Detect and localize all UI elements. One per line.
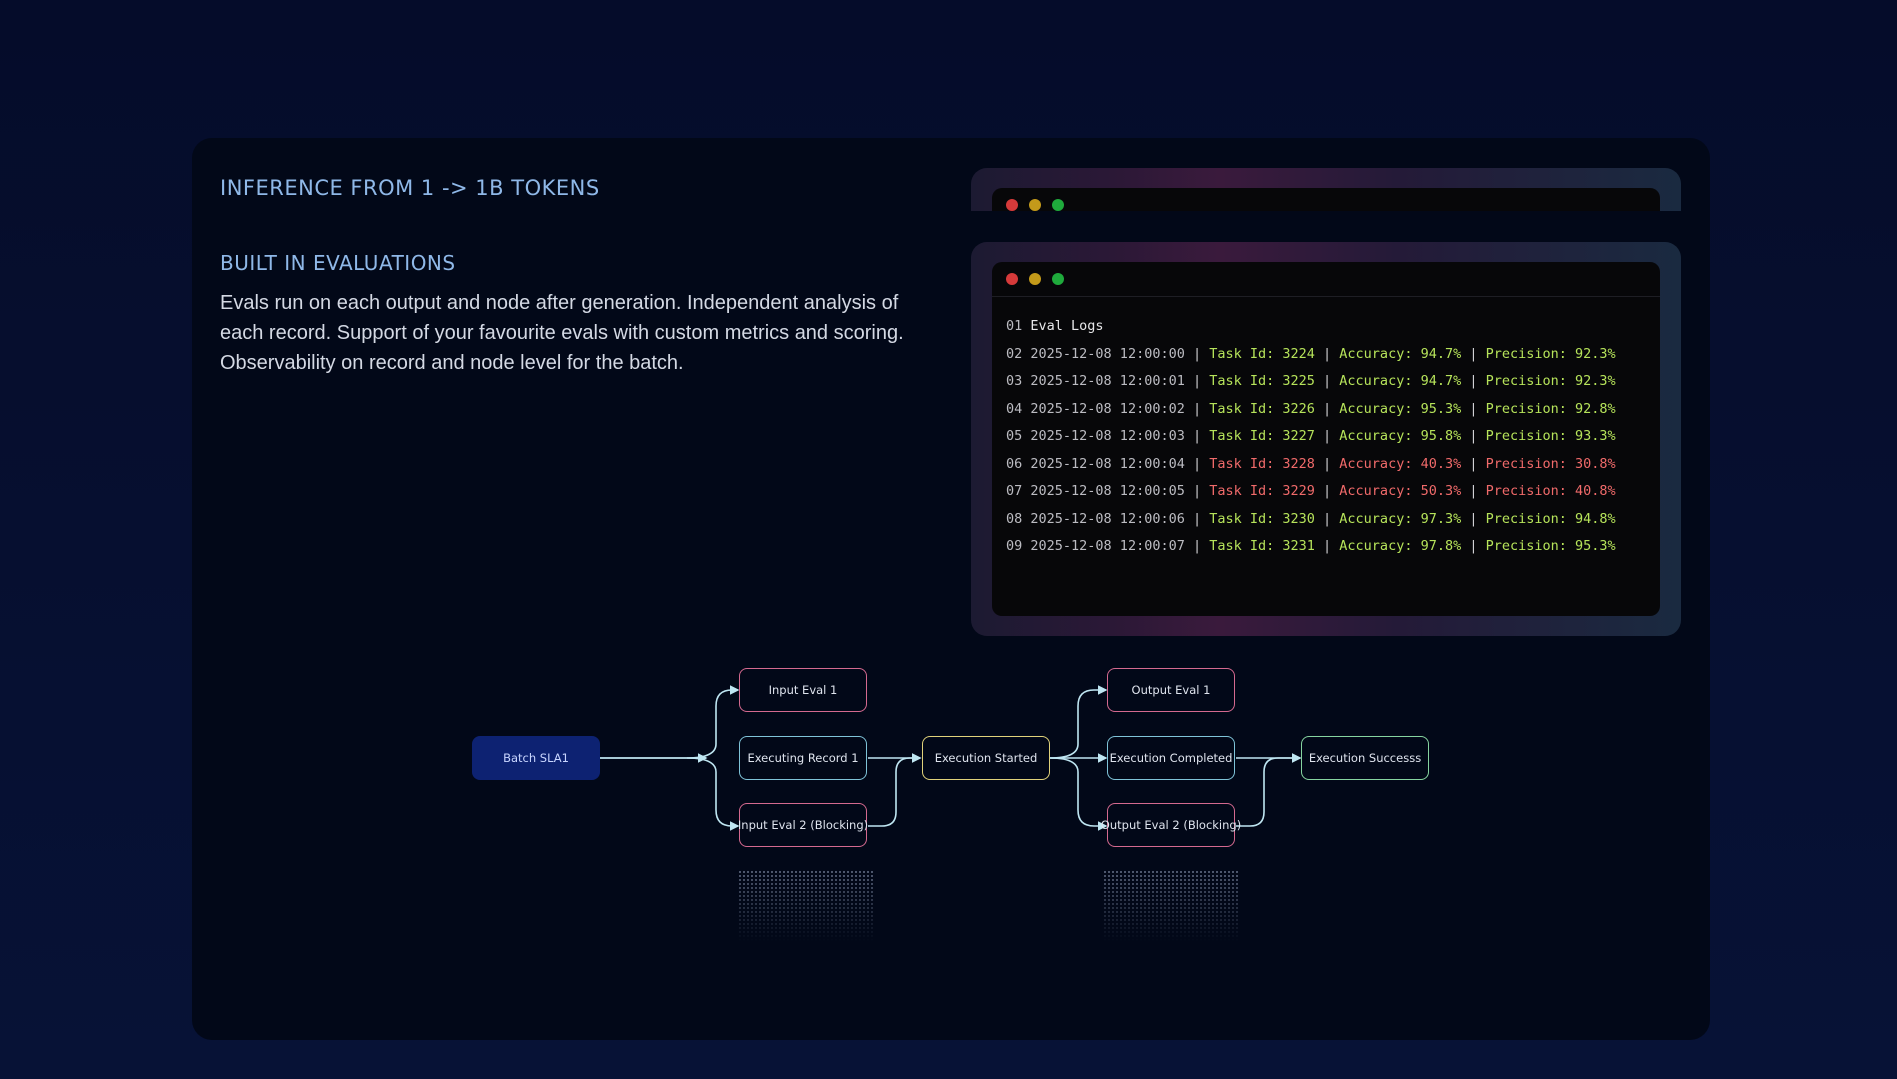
node-label: Input Eval 1 <box>768 683 838 697</box>
dot-pattern-decoration <box>738 870 874 942</box>
node-input-eval-2[interactable]: Input Eval 2 (Blocking) <box>737 803 869 847</box>
node-label: Batch SLA1 <box>503 751 569 765</box>
node-label: Executing Record 1 <box>747 751 859 765</box>
node-output-eval-2[interactable]: Output Eval 2 (Blocking) <box>1101 803 1241 847</box>
feature-card: INFERENCE FROM 1 -> 1B TOKENS BUILT IN E… <box>192 138 1710 1040</box>
node-execution-started[interactable]: Execution Started <box>922 736 1050 780</box>
node-label: Execution Successs <box>1308 751 1422 765</box>
node-label: Execution Completed <box>1109 751 1233 765</box>
node-label: Output Eval 1 <box>1131 683 1211 697</box>
node-output-eval-1[interactable]: Output Eval 1 <box>1107 668 1235 712</box>
dot-pattern-decoration <box>1103 870 1239 942</box>
flow-connectors <box>600 685 1302 831</box>
node-executing-record[interactable]: Executing Record 1 <box>739 736 867 780</box>
node-execution-completed[interactable]: Execution Completed <box>1107 736 1235 780</box>
node-input-eval-1[interactable]: Input Eval 1 <box>739 668 867 712</box>
node-execution-success[interactable]: Execution Successs <box>1301 736 1429 780</box>
node-label: Execution Started <box>934 751 1038 765</box>
node-label: Output Eval 2 (Blocking) <box>1100 818 1242 832</box>
node-batch[interactable]: Batch SLA1 <box>472 736 600 780</box>
node-label: Input Eval 2 (Blocking) <box>737 818 869 832</box>
